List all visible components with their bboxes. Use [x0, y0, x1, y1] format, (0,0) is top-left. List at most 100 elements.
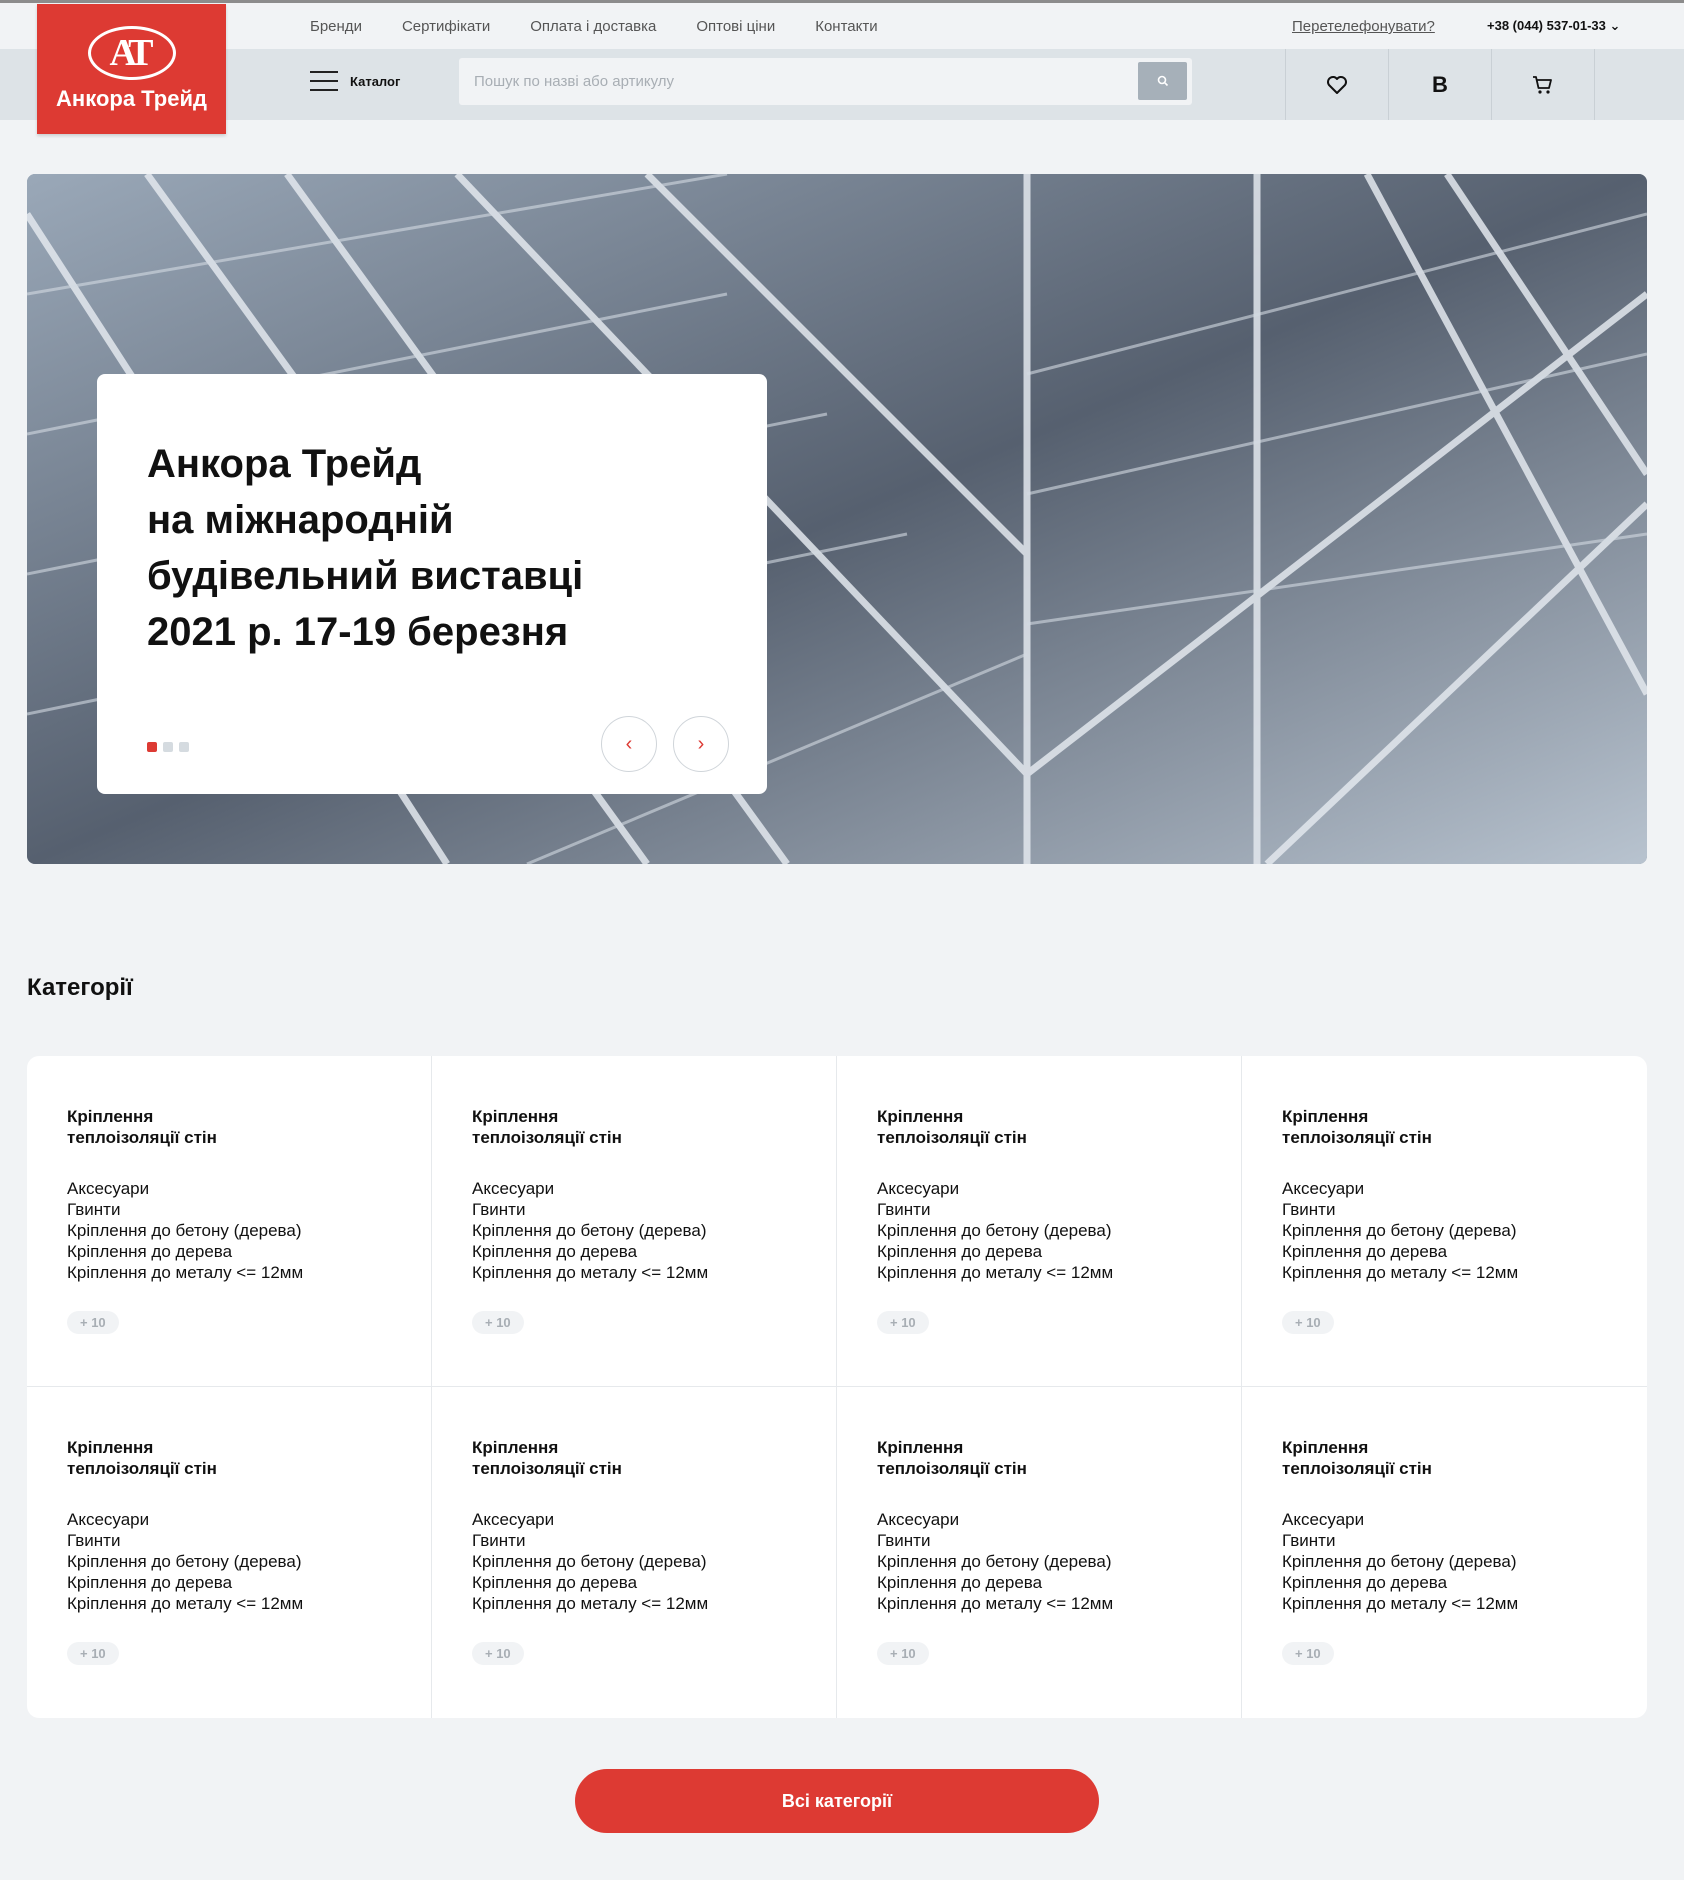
category-link[interactable]: Кріплення до бетону (дерева): [877, 1551, 1201, 1572]
category-link[interactable]: Кріплення до металу <= 12мм: [67, 1593, 391, 1614]
category-link[interactable]: Кріплення до металу <= 12мм: [1282, 1593, 1607, 1614]
category-more-badge[interactable]: + 10: [67, 1642, 119, 1665]
nav-link-brands[interactable]: Бренди: [310, 18, 362, 35]
category-link[interactable]: Кріплення до бетону (дерева): [67, 1220, 391, 1241]
site-logo[interactable]: AT Анкора Трейд: [37, 4, 226, 134]
phone-dropdown[interactable]: +38 (044) 537-01-33 ⌄: [1487, 18, 1620, 34]
category-link[interactable]: Кріплення до дерева: [877, 1241, 1201, 1262]
category-links: Аксесуари Гвинти Кріплення до бетону (де…: [877, 1509, 1201, 1614]
category-link[interactable]: Кріплення до бетону (дерева): [67, 1551, 391, 1572]
logo-emblem: AT: [87, 26, 176, 80]
nav-link-payment-delivery[interactable]: Оплата і доставка: [530, 18, 656, 35]
category-card: Кріплення теплоізоляції стін Аксесуари Г…: [27, 1387, 432, 1718]
category-link[interactable]: Кріплення до дерева: [877, 1572, 1201, 1593]
category-link[interactable]: Кріплення до бетону (дерева): [472, 1551, 796, 1572]
category-link[interactable]: Аксесуари: [877, 1178, 1201, 1199]
category-link[interactable]: Кріплення до бетону (дерева): [472, 1220, 796, 1241]
category-title[interactable]: Кріплення теплоізоляції стін: [67, 1106, 267, 1148]
category-link[interactable]: Гвинти: [67, 1530, 391, 1551]
category-link[interactable]: Кріплення до бетону (дерева): [877, 1220, 1201, 1241]
categories-title: Категорії: [27, 974, 133, 1001]
slider-dot-2[interactable]: [163, 742, 173, 752]
nav-link-wholesale-prices[interactable]: Оптові ціни: [696, 18, 775, 35]
category-title[interactable]: Кріплення теплоізоляції стін: [877, 1437, 1077, 1479]
top-bar: Бренди Сертифікати Оплата і доставка Опт…: [0, 3, 1684, 49]
category-link[interactable]: Кріплення до бетону (дерева): [1282, 1551, 1607, 1572]
category-card: Кріплення теплоізоляції стін Аксесуари Г…: [1242, 1387, 1647, 1718]
category-link[interactable]: Кріплення до металу <= 12мм: [1282, 1262, 1607, 1283]
all-categories-button[interactable]: Всі категорії: [575, 1769, 1099, 1833]
category-more-badge[interactable]: + 10: [877, 1642, 929, 1665]
category-links: Аксесуари Гвинти Кріплення до бетону (де…: [67, 1178, 391, 1283]
category-card: Кріплення теплоізоляції стін Аксесуари Г…: [837, 1387, 1242, 1718]
wishlist-button[interactable]: [1285, 49, 1388, 120]
category-more-badge[interactable]: + 10: [1282, 1642, 1334, 1665]
category-link[interactable]: Гвинти: [67, 1199, 391, 1220]
category-title[interactable]: Кріплення теплоізоляції стін: [472, 1437, 672, 1479]
category-title[interactable]: Кріплення теплоізоляції стін: [472, 1106, 672, 1148]
category-more-badge[interactable]: + 10: [472, 1311, 524, 1334]
slider-next-button[interactable]: ›: [673, 716, 729, 772]
category-link[interactable]: Кріплення до бетону (дерева): [1282, 1220, 1607, 1241]
category-card: Кріплення теплоізоляції стін Аксесуари Г…: [432, 1387, 837, 1718]
category-link[interactable]: Гвинти: [1282, 1530, 1607, 1551]
callback-link[interactable]: Перетелефонувати?: [1292, 18, 1435, 35]
category-more-badge[interactable]: + 10: [472, 1642, 524, 1665]
category-links: Аксесуари Гвинти Кріплення до бетону (де…: [1282, 1509, 1607, 1614]
category-card: Кріплення теплоізоляції стін Аксесуари Г…: [432, 1056, 837, 1387]
category-link[interactable]: Аксесуари: [67, 1509, 391, 1530]
category-link[interactable]: Гвинти: [877, 1199, 1201, 1220]
category-title[interactable]: Кріплення теплоізоляції стін: [67, 1437, 267, 1479]
category-link[interactable]: Аксесуари: [1282, 1178, 1607, 1199]
slider-dot-3[interactable]: [179, 742, 189, 752]
category-link[interactable]: Кріплення до дерева: [472, 1241, 796, 1262]
category-link[interactable]: Аксесуари: [1282, 1509, 1607, 1530]
category-link[interactable]: Кріплення до металу <= 12мм: [877, 1262, 1201, 1283]
category-title[interactable]: Кріплення теплоізоляції стін: [877, 1106, 1077, 1148]
category-link[interactable]: Кріплення до металу <= 12мм: [472, 1262, 796, 1283]
category-more-badge[interactable]: + 10: [1282, 1311, 1334, 1334]
hero-title: Анкора Трейд на міжнародній будівельний …: [147, 436, 707, 660]
category-link[interactable]: Кріплення до металу <= 12мм: [877, 1593, 1201, 1614]
search-input[interactable]: [459, 58, 1137, 105]
hero-title-line-2: на міжнародній: [147, 498, 454, 542]
category-link[interactable]: Кріплення до металу <= 12мм: [67, 1262, 391, 1283]
category-link[interactable]: Аксесуари: [877, 1509, 1201, 1530]
category-link[interactable]: Гвинти: [472, 1199, 796, 1220]
search-box: [459, 58, 1192, 105]
slider-prev-button[interactable]: ‹: [601, 716, 657, 772]
heart-icon: [1327, 75, 1347, 94]
user-initial: В: [1432, 71, 1448, 97]
category-link[interactable]: Кріплення до дерева: [472, 1572, 796, 1593]
category-title[interactable]: Кріплення теплоізоляції стін: [1282, 1106, 1482, 1148]
category-links: Аксесуари Гвинти Кріплення до бетону (де…: [877, 1178, 1201, 1283]
category-more-badge[interactable]: + 10: [877, 1311, 929, 1334]
category-link[interactable]: Кріплення до дерева: [1282, 1241, 1607, 1262]
phone-number: +38 (044) 537-01-33: [1487, 18, 1606, 33]
category-more-badge[interactable]: + 10: [67, 1311, 119, 1334]
category-link[interactable]: Аксесуари: [472, 1178, 796, 1199]
catalog-button[interactable]: Каталог: [310, 71, 400, 91]
account-button[interactable]: В: [1388, 49, 1491, 120]
search-icon: [1157, 75, 1168, 87]
search-button[interactable]: [1138, 62, 1187, 100]
chevron-left-icon: ‹: [625, 732, 633, 755]
main-header: Каталог В: [0, 49, 1684, 120]
cart-button[interactable]: [1491, 49, 1594, 120]
category-link[interactable]: Гвинти: [1282, 1199, 1607, 1220]
menu-icon: [310, 71, 338, 91]
category-link[interactable]: Аксесуари: [472, 1509, 796, 1530]
nav-link-contacts[interactable]: Контакти: [815, 18, 877, 35]
category-link[interactable]: Кріплення до дерева: [67, 1572, 391, 1593]
category-title[interactable]: Кріплення теплоізоляції стін: [1282, 1437, 1482, 1479]
category-link[interactable]: Кріплення до дерева: [1282, 1572, 1607, 1593]
nav-link-certificates[interactable]: Сертифікати: [402, 18, 490, 35]
category-link[interactable]: Гвинти: [877, 1530, 1201, 1551]
slider-dot-1[interactable]: [147, 742, 157, 752]
category-link[interactable]: Аксесуари: [67, 1178, 391, 1199]
hero-title-line-1: Анкора Трейд: [147, 442, 422, 486]
category-link[interactable]: Кріплення до дерева: [67, 1241, 391, 1262]
category-link[interactable]: Кріплення до металу <= 12мм: [472, 1593, 796, 1614]
category-link[interactable]: Гвинти: [472, 1530, 796, 1551]
hero-banner: Анкора Трейд на міжнародній будівельний …: [27, 174, 1647, 864]
